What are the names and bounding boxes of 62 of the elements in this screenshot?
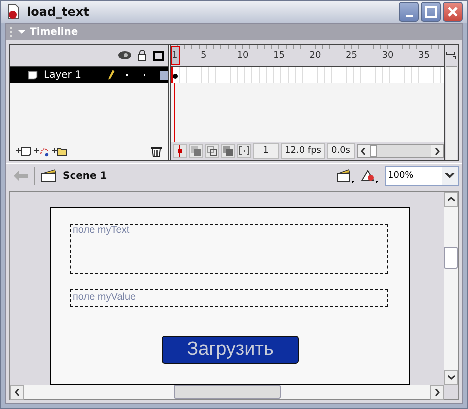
outline-icon[interactable] [153, 50, 164, 60]
current-frame: 1 [253, 143, 279, 159]
close-button[interactable] [443, 2, 463, 22]
window-title: load_text [27, 5, 90, 19]
vertical-scrollbar[interactable] [444, 192, 458, 385]
add-guide-icon[interactable] [34, 146, 50, 156]
chevron-left-icon[interactable] [361, 148, 366, 154]
chevron-right-icon[interactable] [434, 148, 440, 154]
scrollbar-corner [444, 385, 458, 399]
scene-name[interactable]: Scene 1 [63, 170, 108, 182]
pencil-icon [108, 69, 116, 81]
frame-ruler[interactable]: 1 5 10 15 20 25 30 35 [171, 45, 444, 67]
text-field[interactable]: поле myText [70, 224, 388, 274]
layer-name: Layer 1 [44, 70, 82, 80]
maximize-button[interactable] [421, 2, 441, 22]
playhead[interactable] [171, 46, 180, 65]
load-button[interactable]: Загрузить [162, 336, 299, 364]
insert-layer-icon[interactable] [16, 146, 32, 156]
vertical-scrollbar[interactable] [446, 66, 457, 160]
onion-skin-icon [191, 146, 201, 156]
layer-color-swatch[interactable] [160, 70, 168, 80]
onion-outline-icon [207, 146, 217, 156]
chevron-left-icon[interactable] [14, 389, 20, 396]
onion-markers-button[interactable] [237, 144, 251, 158]
insert-folder-icon[interactable] [52, 146, 68, 156]
layer-row[interactable]: Layer 1 [10, 67, 168, 83]
onion-outline-button[interactable] [205, 144, 219, 158]
onion-skin-button[interactable] [189, 144, 203, 158]
edit-symbol-icon[interactable] [361, 168, 379, 184]
center-frame-button[interactable] [173, 144, 187, 158]
frame-number: 5 [201, 50, 208, 60]
frame-rate: 12.0 fps [281, 143, 326, 159]
horizontal-scrollbar[interactable] [10, 385, 458, 399]
eye-icon[interactable] [118, 51, 132, 60]
edit-scene-icon[interactable] [337, 168, 355, 184]
document-icon [7, 4, 21, 20]
frame-number: 1 [172, 50, 179, 60]
clapperboard-icon [41, 169, 57, 183]
edit-frames-icon [223, 146, 233, 156]
close-icon [447, 6, 459, 18]
horizontal-scrollbar[interactable] [356, 144, 444, 158]
frame-view-icon[interactable] [446, 51, 457, 60]
chevron-down-icon [445, 173, 455, 179]
lock-icon[interactable] [138, 50, 147, 61]
chevron-up-icon[interactable] [448, 197, 454, 202]
maximize-icon [425, 6, 437, 18]
keyframe-icon[interactable] [173, 74, 178, 79]
scrollbar-thumb[interactable] [444, 247, 458, 270]
scrollbar-thumb[interactable] [174, 385, 280, 399]
minimize-icon [406, 15, 412, 17]
center-frame-icon [177, 145, 183, 157]
panel-title: Timeline [30, 26, 78, 38]
chevron-right-icon[interactable] [434, 389, 440, 396]
trash-icon[interactable] [151, 146, 162, 156]
collapse-icon [18, 29, 26, 35]
edit-frames-button[interactable] [221, 144, 235, 158]
layer-icon [28, 70, 38, 80]
bracket-icon [238, 146, 250, 156]
zoom-dropdown[interactable]: 100% [385, 166, 459, 186]
minimize-button[interactable] [399, 2, 419, 22]
chevron-down-icon[interactable] [448, 375, 454, 380]
elapsed-time: 0.0s [327, 143, 354, 159]
